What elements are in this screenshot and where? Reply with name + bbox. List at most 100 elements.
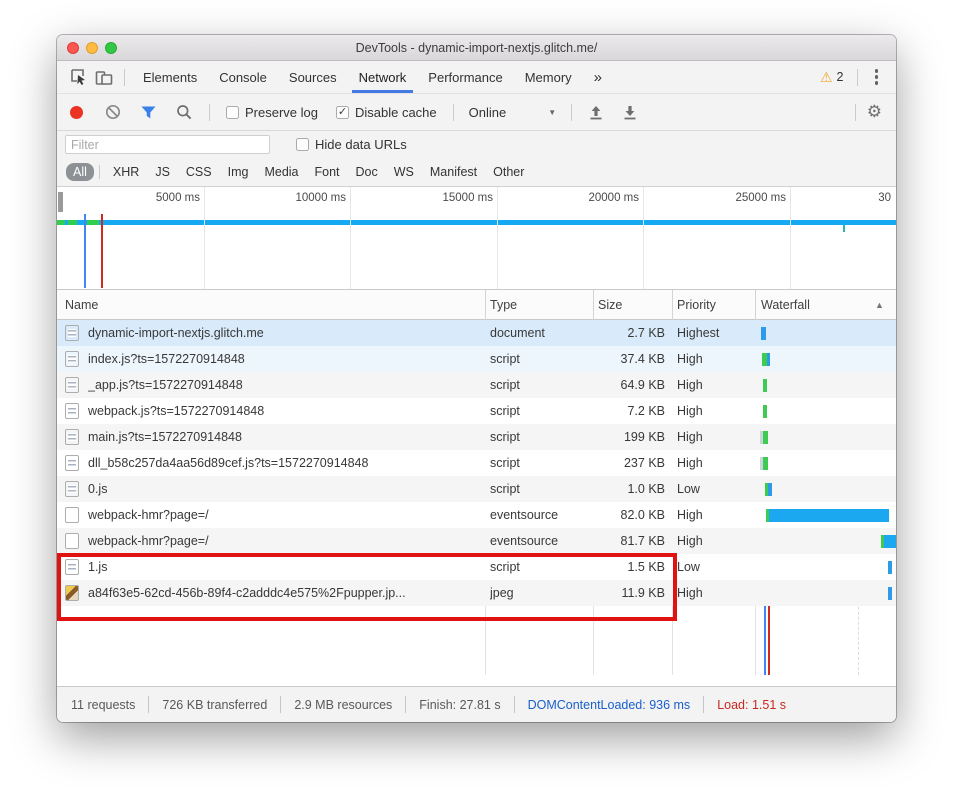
waterfall-bar [763, 405, 767, 418]
window-title: DevTools - dynamic-import-nextjs.glitch.… [355, 40, 598, 55]
preserve-log-checkbox[interactable] [226, 105, 239, 119]
timeline-tick-label: 25000 ms [735, 192, 786, 204]
sort-ascending-icon[interactable]: ▲ [875, 290, 884, 320]
column-divider[interactable] [755, 290, 756, 320]
cell-type: script [490, 352, 520, 366]
filter-pill-doc[interactable]: Doc [349, 163, 385, 181]
table-row[interactable]: dll_b58c257da4aa56d89cef.js?ts=157227091… [57, 450, 896, 476]
column-header-type[interactable]: Type [490, 290, 517, 320]
waterfall-bar [888, 587, 892, 600]
network-settings-gear-button[interactable]: ⚙ [863, 102, 886, 122]
waterfall-bar [888, 561, 892, 574]
timeline-end-tick [843, 225, 845, 232]
cell-priority: Low [677, 560, 700, 574]
filter-pill-ws[interactable]: WS [387, 163, 421, 181]
waterfall-bar [883, 535, 896, 548]
minimize-window-button[interactable] [86, 42, 98, 54]
table-row[interactable]: webpack.js?ts=1572270914848 script 7.2 KB H… [57, 398, 896, 424]
zoom-window-button[interactable] [105, 42, 117, 54]
filter-input[interactable] [65, 135, 270, 154]
column-header-size[interactable]: Size [598, 290, 622, 320]
requests-table-body: dynamic-import-nextjs.glitch.me document 2… [57, 320, 896, 686]
device-toolbar-button[interactable] [91, 65, 117, 89]
filter-pill-js[interactable]: JS [148, 163, 177, 181]
cell-size: 81.7 KB [620, 534, 665, 548]
table-row[interactable]: dynamic-import-nextjs.glitch.me document 2… [57, 320, 896, 346]
separator [280, 696, 282, 713]
timeline-green-segment [87, 220, 99, 225]
cell-priority: High [677, 404, 703, 418]
status-item: Finish: 27.81 s [419, 697, 501, 712]
column-divider[interactable] [672, 290, 673, 320]
filter-pill-media[interactable]: Media [257, 163, 305, 181]
cell-type: eventsource [490, 508, 559, 522]
filter-pill-font[interactable]: Font [308, 163, 347, 181]
filter-pill-other[interactable]: Other [486, 163, 531, 181]
column-header-waterfall[interactable]: Waterfall [761, 290, 810, 320]
close-window-button[interactable] [67, 42, 79, 54]
status-item: 726 KB transferred [162, 697, 268, 712]
cell-type: eventsource [490, 534, 559, 548]
disable-cache-label: Disable cache [354, 104, 437, 120]
column-header-name[interactable]: Name [65, 290, 98, 320]
tab-network[interactable]: Network [348, 62, 418, 93]
table-row[interactable]: index.js?ts=1572270914848 script 37.4 KB Hi… [57, 346, 896, 372]
waterfall-bar [767, 353, 770, 366]
export-har-button[interactable] [623, 105, 637, 120]
throttling-dropdown[interactable]: Online ▼ [469, 105, 557, 120]
cell-type: script [490, 456, 520, 470]
warning-icon[interactable]: ⚠ [820, 69, 833, 86]
cell-name: _app.js?ts=1572270914848 [88, 378, 243, 392]
filter-row: Hide data URLs [57, 130, 896, 158]
search-icon [177, 105, 192, 120]
column-divider[interactable] [593, 290, 594, 320]
filter-pill-manifest[interactable]: Manifest [423, 163, 484, 181]
cell-priority: High [677, 352, 703, 366]
column-divider[interactable] [485, 290, 486, 320]
table-row[interactable]: _app.js?ts=1572270914848 script 64.9 KB Hig… [57, 372, 896, 398]
document-icon [65, 403, 79, 419]
inspect-element-button[interactable] [65, 65, 91, 89]
title-bar: DevTools - dynamic-import-nextjs.glitch.… [57, 35, 896, 61]
hide-data-urls-checkbox[interactable] [296, 138, 309, 151]
tab-console[interactable]: Console [208, 62, 278, 93]
filter-pill-xhr[interactable]: XHR [106, 163, 146, 181]
table-row[interactable]: main.js?ts=1572270914848 script 199 KB High [57, 424, 896, 450]
more-tabs-chevron[interactable]: » [583, 62, 613, 93]
more-options-menu-button[interactable] [865, 65, 889, 89]
record-network-log-button[interactable] [70, 105, 83, 119]
cell-priority: High [677, 508, 703, 522]
cell-name: main.js?ts=1572270914848 [88, 430, 242, 444]
tab-elements[interactable]: Elements [132, 62, 208, 93]
timeline-gridline [350, 187, 351, 289]
chevron-down-icon: ▼ [548, 107, 557, 117]
document-icon [65, 429, 79, 445]
disable-cache-checkbox[interactable] [335, 105, 349, 119]
import-har-button[interactable] [589, 105, 603, 120]
cell-type: script [490, 430, 520, 444]
column-header-priority[interactable]: Priority [677, 290, 716, 320]
cell-type: script [490, 378, 520, 392]
disable-cache-group[interactable]: Disable cache [335, 104, 437, 120]
hide-data-urls-group[interactable]: Hide data URLs [296, 137, 407, 152]
table-row[interactable]: webpack-hmr?page=/ eventsource 82.0 KB High [57, 502, 896, 528]
tab-memory[interactable]: Memory [514, 62, 583, 93]
table-row[interactable]: 0.js script 1.0 KB Low [57, 476, 896, 502]
document-icon [65, 351, 79, 367]
table-row[interactable]: webpack-hmr?page=/ eventsource 81.7 KB High [57, 528, 896, 554]
filter-pill-css[interactable]: CSS [179, 163, 219, 181]
timeline-overview[interactable]: 5000 ms 10000 ms 15000 ms 20000 ms 25000 ms 3… [57, 186, 896, 290]
search-button[interactable] [176, 104, 192, 120]
tab-performance[interactable]: Performance [417, 62, 513, 93]
filter-pill-img[interactable]: Img [221, 163, 256, 181]
filter-pill-all[interactable]: All [66, 163, 94, 181]
inspect-cursor-icon [70, 69, 85, 85]
preserve-log-group[interactable]: Preserve log [226, 105, 318, 120]
clear-network-log-button[interactable] [105, 104, 121, 120]
tab-sources[interactable]: Sources [278, 62, 348, 93]
timeline-tick-label: 20000 ms [588, 192, 639, 204]
cell-name: dynamic-import-nextjs.glitch.me [88, 326, 264, 340]
cell-type: document [490, 326, 545, 340]
separator [124, 68, 125, 86]
filter-toggle-button[interactable] [141, 106, 156, 119]
